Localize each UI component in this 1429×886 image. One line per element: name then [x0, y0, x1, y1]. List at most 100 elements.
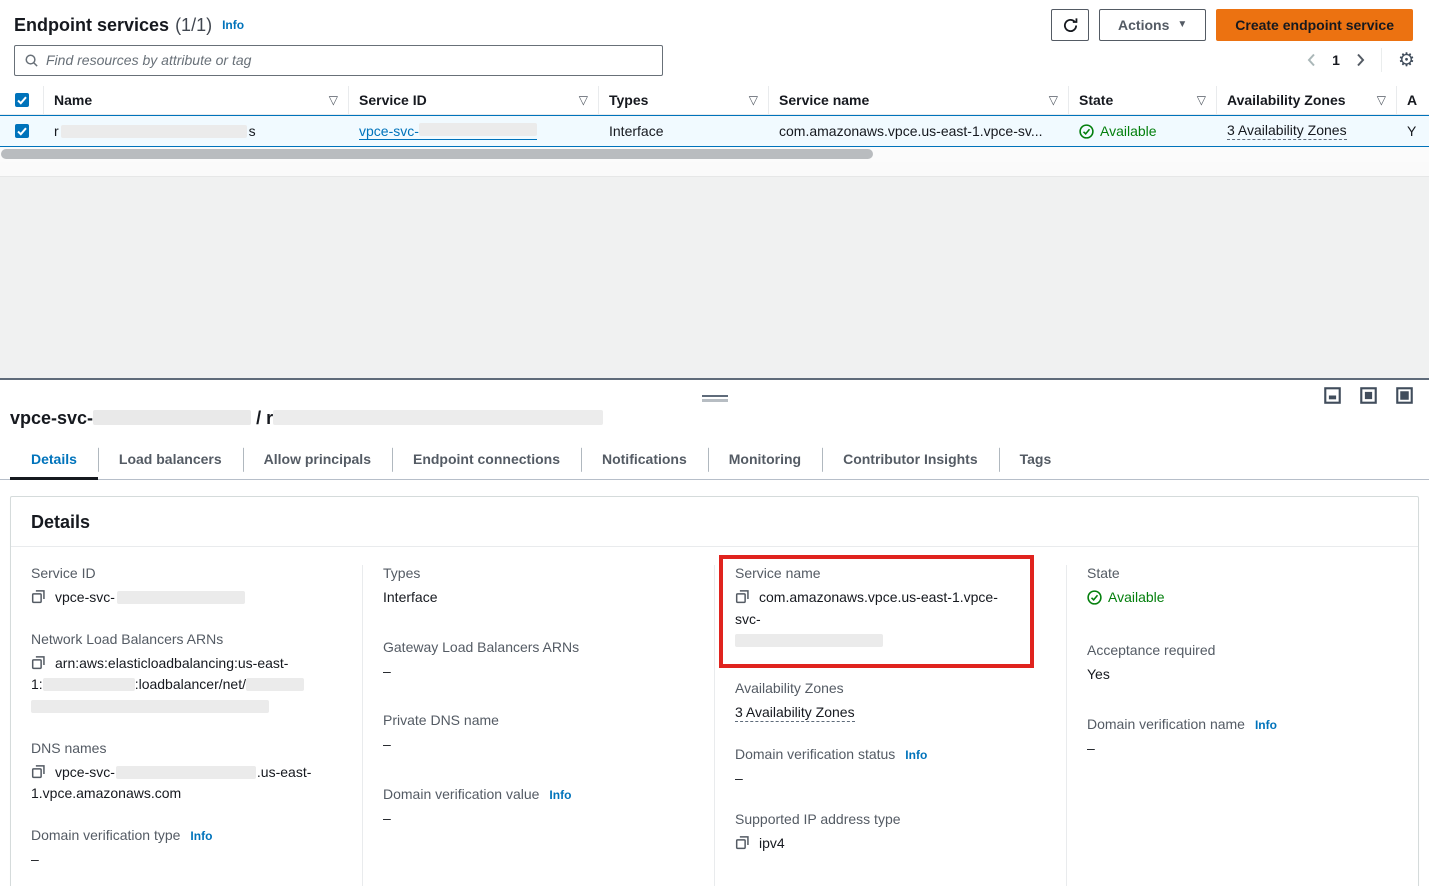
panel-drag-handle-icon[interactable]: [702, 395, 728, 402]
search-box[interactable]: [14, 45, 663, 76]
page-title: Endpoint services: [14, 15, 169, 36]
copy-icon[interactable]: [31, 589, 46, 604]
next-page-icon[interactable]: [1356, 53, 1365, 67]
actions-button[interactable]: Actions ▼: [1099, 9, 1206, 41]
field-dns-names: DNS names vpce-svc-.us-east- 1.vpce.amaz…: [31, 740, 342, 805]
refresh-button[interactable]: [1051, 9, 1089, 41]
copy-icon[interactable]: [31, 764, 46, 779]
column-label: Types: [609, 92, 648, 108]
details-column-3: Service name com.amazonaws.vpce.us-east-…: [714, 565, 1066, 886]
column-header-state[interactable]: State ▽: [1069, 86, 1217, 114]
column-header-name[interactable]: Name ▽: [44, 86, 349, 114]
field-private-dns-name: Private DNS name –: [383, 712, 694, 756]
service-id-link[interactable]: vpce-svc-: [359, 123, 537, 140]
column-label: Service name: [779, 92, 869, 108]
search-icon: [24, 53, 39, 68]
endpoint-services-list-section: Endpoint services (1/1) Info Actions ▼ C…: [0, 0, 1429, 378]
empty-background-area: [0, 177, 1429, 378]
horizontal-scrollbar-thumb[interactable]: [1, 149, 873, 159]
tab-monitoring[interactable]: Monitoring: [708, 443, 822, 479]
previous-page-icon[interactable]: [1307, 53, 1316, 67]
table-row[interactable]: r s vpce-svc- Interface com.amazonaws.vp…: [0, 115, 1429, 147]
filter-icon[interactable]: ▽: [1197, 93, 1206, 107]
row-name-cell: r s: [44, 123, 349, 139]
copy-icon[interactable]: [735, 835, 750, 850]
pagination: 1 ⚙: [1307, 48, 1415, 72]
column-label: A: [1407, 92, 1417, 108]
field-domain-verification-status: Domain verification status Info –: [735, 746, 1046, 790]
field-types: Types Interface: [383, 565, 694, 609]
tab-details[interactable]: Details: [10, 443, 98, 480]
domain-verification-type-info-link[interactable]: Info: [190, 829, 212, 843]
filter-icon[interactable]: ▽: [1049, 93, 1058, 107]
panel-size-large-icon[interactable]: [1396, 387, 1413, 404]
panel-size-medium-icon[interactable]: [1360, 387, 1377, 404]
field-domain-verification-type: Domain verification type Info –: [31, 827, 342, 871]
tab-load-balancers[interactable]: Load balancers: [98, 443, 243, 479]
search-input[interactable]: [46, 52, 653, 68]
service-id-prefix: vpce-svc-: [359, 123, 419, 139]
header-info-link[interactable]: Info: [222, 18, 244, 32]
availability-zones-popover-trigger[interactable]: 3 Availability Zones: [1227, 122, 1347, 140]
field-availability-zones: Availability Zones 3 Availability Zones: [735, 680, 1046, 724]
resource-count: (1/1): [175, 15, 212, 36]
redacted-account-id: [43, 678, 135, 691]
domain-verification-value-info-link[interactable]: Info: [549, 788, 571, 802]
field-service-id: Service ID vpce-svc-: [31, 565, 342, 609]
table-header: Name ▽ Service ID ▽ Types ▽ Service name…: [0, 86, 1429, 115]
field-value: –: [735, 768, 1046, 790]
details-column-1: Service ID vpce-svc- Network Load Balanc…: [11, 565, 362, 886]
select-all-checkbox[interactable]: [15, 93, 29, 107]
column-header-availability-zones[interactable]: Availability Zones ▽: [1217, 86, 1397, 114]
row-select-cell: [0, 124, 44, 138]
table-settings-gear-icon[interactable]: ⚙: [1398, 51, 1415, 70]
tab-tags[interactable]: Tags: [999, 443, 1073, 479]
column-header-acceptance-cutoff[interactable]: A: [1397, 86, 1429, 114]
tab-contributor-insights[interactable]: Contributor Insights: [822, 443, 999, 479]
details-section-title: Details: [11, 497, 1418, 547]
row-checkbox[interactable]: [15, 124, 29, 138]
tab-allow-principals[interactable]: Allow principals: [243, 443, 392, 479]
dns-name-mid: .us-east-: [257, 764, 311, 780]
field-label: Service ID: [31, 565, 342, 581]
column-label: Service ID: [359, 92, 427, 108]
field-label: Private DNS name: [383, 712, 694, 728]
dns-name-line2: 1.vpce.amazonaws.com: [31, 785, 181, 801]
panel-title-name-prefix: r: [266, 408, 273, 428]
filter-icon[interactable]: ▽: [329, 93, 338, 107]
field-label: Domain verification name: [1087, 716, 1245, 732]
row-service-id-cell: vpce-svc-: [349, 123, 599, 140]
field-nlb-arns: Network Load Balancers ARNs arn:aws:elas…: [31, 631, 342, 718]
tab-notifications[interactable]: Notifications: [581, 443, 708, 479]
column-header-service-name[interactable]: Service name ▽: [769, 86, 1069, 114]
availability-zones-detail-trigger[interactable]: 3 Availability Zones: [735, 704, 855, 722]
tab-endpoint-connections[interactable]: Endpoint connections: [392, 443, 581, 479]
domain-verification-name-info-link[interactable]: Info: [1255, 718, 1277, 732]
copy-icon[interactable]: [735, 589, 750, 604]
create-endpoint-service-button[interactable]: Create endpoint service: [1216, 9, 1413, 41]
panel-title: vpce-svc- / r: [0, 380, 1429, 429]
column-header-service-id[interactable]: Service ID ▽: [349, 86, 599, 114]
field-value: Interface: [383, 587, 694, 609]
domain-verification-status-info-link[interactable]: Info: [905, 748, 927, 762]
filter-icon[interactable]: ▽: [579, 93, 588, 107]
field-label: Acceptance required: [1087, 642, 1398, 658]
nlb-arn-line2-mid: :loadbalancer/net/: [135, 676, 246, 692]
redacted-lb-name: [246, 678, 304, 691]
field-value: –: [383, 808, 694, 830]
field-value: Yes: [1087, 664, 1398, 686]
filter-icon[interactable]: ▽: [1377, 93, 1386, 107]
copy-icon[interactable]: [31, 655, 46, 670]
panel-size-small-icon[interactable]: [1324, 387, 1341, 404]
current-page-number[interactable]: 1: [1332, 52, 1340, 68]
field-value: –: [383, 734, 694, 756]
search-row: 1 ⚙: [0, 44, 1429, 86]
filter-icon[interactable]: ▽: [749, 93, 758, 107]
field-label: Domain verification type: [31, 827, 180, 843]
field-gwlb-arns: Gateway Load Balancers ARNs –: [383, 639, 694, 683]
redacted-service-id-value: [117, 591, 245, 604]
field-value: –: [1087, 738, 1398, 760]
field-domain-verification-value: Domain verification value Info –: [383, 786, 694, 830]
column-header-types[interactable]: Types ▽: [599, 86, 769, 114]
field-value: –: [383, 661, 694, 683]
